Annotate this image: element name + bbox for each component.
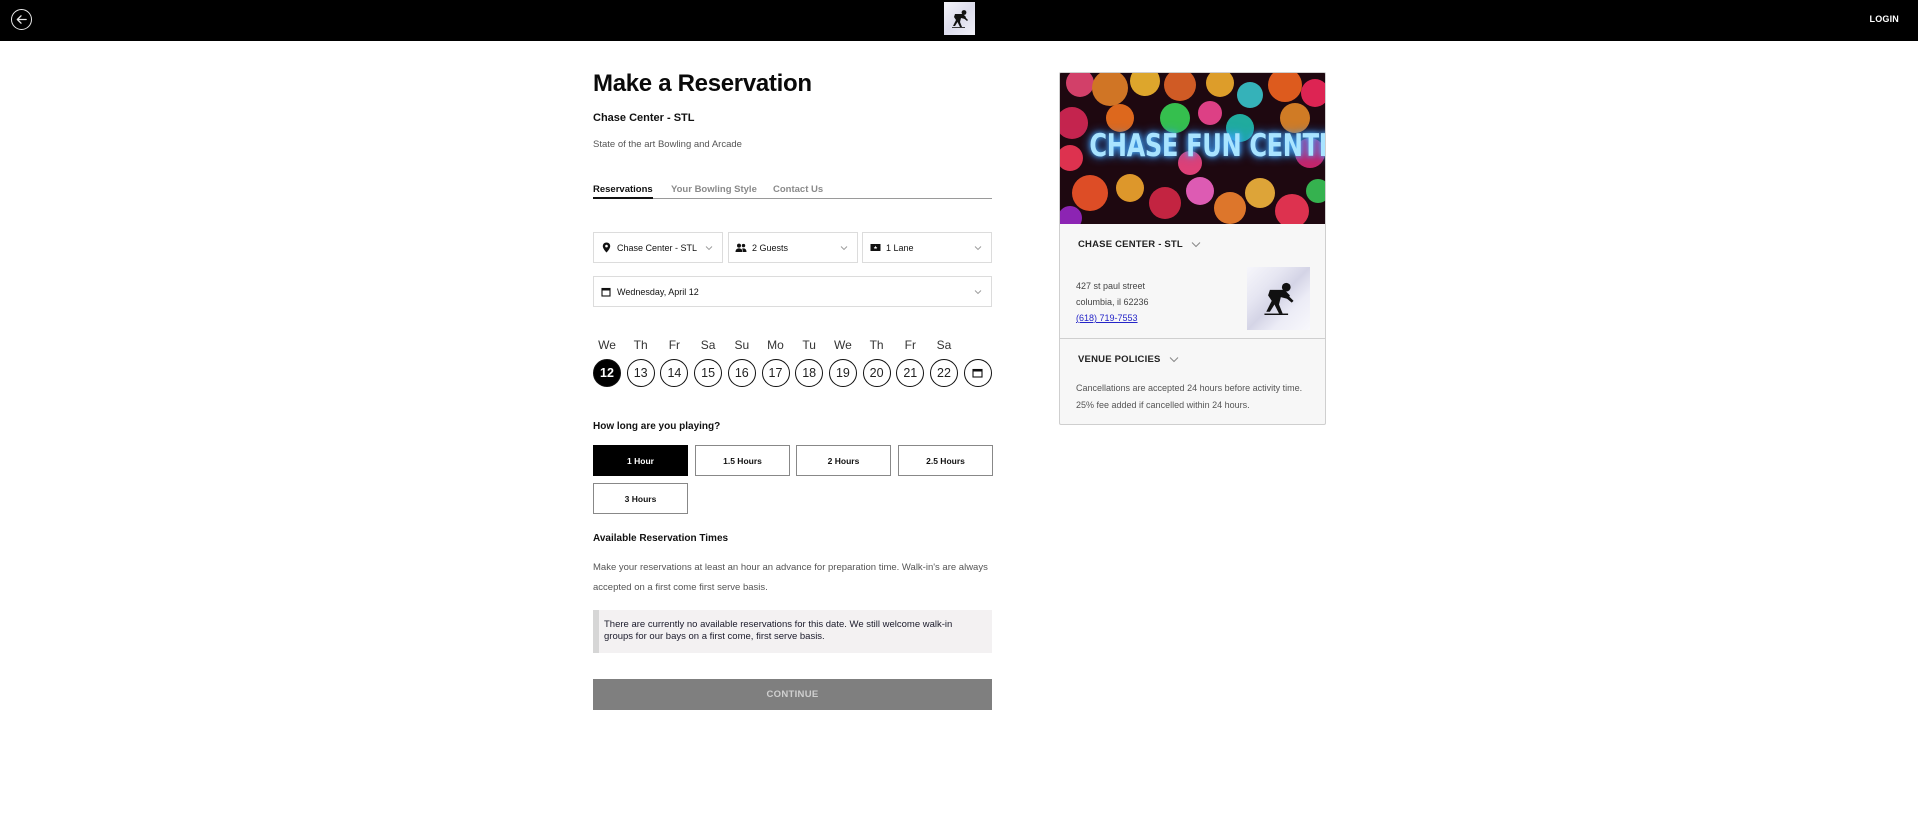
chevron-down-icon [974, 245, 982, 250]
venue-heading: CHASE CENTER - STL [1078, 239, 1183, 250]
date-button[interactable]: 17 [761, 359, 790, 387]
weekday-label: Sa [700, 338, 716, 352]
address-line-2: columbia, il 62236 [1076, 297, 1149, 307]
top-navigation-bar: LOGIN [0, 0, 1918, 41]
weekday-label: Sa [936, 338, 952, 352]
date-button[interactable]: 15 [694, 359, 723, 387]
weekday-label: Tu [802, 338, 816, 352]
login-link[interactable]: LOGIN [1870, 14, 1900, 24]
weekday-label: Th [869, 338, 884, 352]
venue-card: CHASE FUN CENTER CHASE CENTER - STL 427 … [1059, 72, 1326, 425]
lanes-select[interactable]: 1 Lane [862, 232, 992, 263]
date-button[interactable]: 18 [795, 359, 824, 387]
map-pin-icon [600, 242, 612, 254]
tab-bar: Reservations Your Bowling Style Contact … [593, 184, 992, 199]
venue-policies-text: Cancellations are accepted 24 hours befo… [1076, 383, 1303, 410]
address-line-1: 427 st paul street [1076, 281, 1146, 291]
date-button[interactable]: 13 [626, 359, 655, 387]
back-button[interactable] [11, 9, 32, 30]
duration-option-3-hours[interactable]: 3 Hours [593, 483, 688, 514]
venue-description: State of the art Bowling and Arcade [593, 139, 742, 150]
chevron-down-icon [840, 245, 848, 250]
tab-reservations[interactable]: Reservations [593, 184, 653, 199]
duration-option-1-hour[interactable]: 1 Hour [593, 445, 688, 476]
availability-info: Make your reservations at least an hour … [593, 562, 988, 593]
bowler-logo-icon[interactable] [944, 2, 975, 35]
venue-policies-toggle[interactable]: VENUE POLICIES [1078, 354, 1179, 365]
bowler-silhouette-icon [1263, 282, 1294, 315]
ticket-icon [869, 242, 881, 254]
tab-your-bowling-style[interactable]: Your Bowling Style [671, 184, 757, 199]
weekday-label: We [598, 338, 616, 352]
weekday-label: Mo [767, 338, 784, 352]
weekday-label: Fr [668, 338, 681, 352]
weekday-label: We [833, 338, 852, 352]
date-button[interactable]: 19 [828, 359, 857, 387]
weekday-label: Fr [904, 338, 916, 352]
venue-hero-image: CHASE FUN CENTER [1060, 73, 1325, 224]
duration-option-2-5-hours[interactable]: 2.5 Hours [898, 445, 993, 476]
date-select[interactable]: Wednesday, April 12 [593, 276, 992, 307]
guests-select[interactable]: 2 Guests [728, 232, 858, 263]
available-times-heading: Available Reservation Times [593, 533, 729, 544]
lanes-select-value: 1 Lane [886, 242, 914, 253]
calendar-icon [972, 368, 983, 378]
date-button-selected[interactable]: 12 [593, 359, 621, 387]
duration-option-1-5-hours[interactable]: 1.5 Hours [695, 445, 790, 476]
arrow-left-icon [16, 15, 27, 24]
guests-select-value: 2 Guests [752, 242, 789, 253]
date-button[interactable]: 20 [862, 359, 891, 387]
more-dates-button[interactable] [963, 359, 992, 387]
hero-title: CHASE FUN CENTER [1089, 128, 1325, 164]
bowler-silhouette-icon [951, 9, 968, 28]
date-button[interactable]: 16 [727, 359, 756, 387]
no-availability-notice: There are currently no available reserva… [593, 610, 992, 653]
date-button[interactable]: 21 [896, 359, 925, 387]
venue-logo [1247, 267, 1310, 330]
calendar-icon [600, 286, 612, 298]
date-select-value: Wednesday, April 12 [617, 286, 699, 297]
continue-button[interactable]: CONTINUE [593, 679, 992, 710]
date-button[interactable]: 22 [930, 359, 958, 387]
location-select[interactable]: Chase Center - STL [593, 232, 723, 263]
chevron-down-icon [705, 245, 713, 250]
date-button[interactable]: 14 [660, 359, 689, 387]
chevron-down-icon [1169, 357, 1178, 363]
weekday-label: Th [633, 338, 648, 352]
duration-question: How long are you playing? [593, 421, 721, 432]
chevron-down-icon [1191, 242, 1201, 248]
duration-option-2-hours[interactable]: 2 Hours [796, 445, 891, 476]
venue-policies-heading: VENUE POLICIES [1078, 354, 1161, 365]
chevron-down-icon [974, 289, 982, 294]
tab-contact-us[interactable]: Contact Us [773, 184, 823, 199]
page-title: Make a Reservation [593, 70, 812, 97]
people-icon [735, 242, 747, 254]
venue-heading-toggle[interactable]: CHASE CENTER - STL [1078, 239, 1201, 250]
location-select-value: Chase Center - STL [617, 242, 698, 253]
phone-link[interactable]: (618) 719-7553 [1076, 313, 1138, 323]
weekday-label: Su [734, 338, 750, 352]
venue-subtitle: Chase Center - STL [593, 112, 695, 124]
